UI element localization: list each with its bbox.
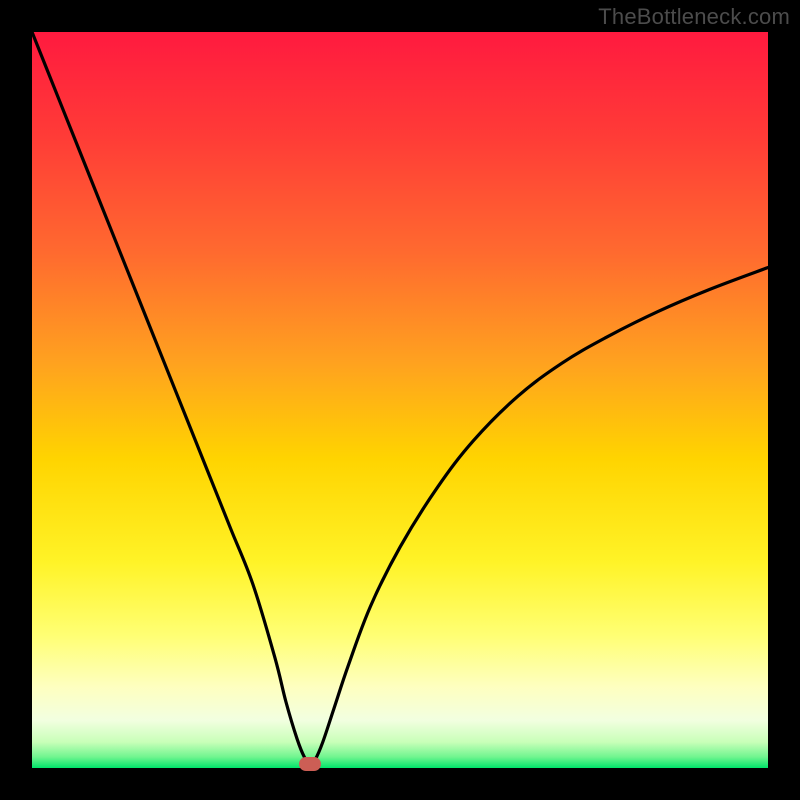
gradient-background bbox=[32, 32, 768, 768]
watermark-text: TheBottleneck.com bbox=[598, 4, 790, 30]
chart-frame: TheBottleneck.com bbox=[0, 0, 800, 800]
optimal-marker bbox=[299, 757, 321, 771]
chart-plot bbox=[32, 32, 768, 768]
